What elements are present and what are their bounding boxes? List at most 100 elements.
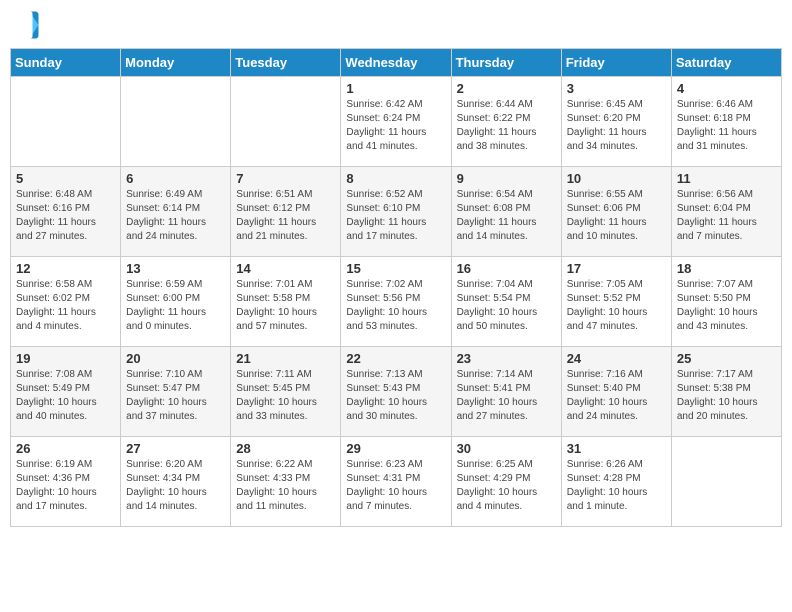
day-info: Sunrise: 7:17 AM Sunset: 5:38 PM Dayligh… [677,368,776,424]
calendar-week-0: 1 Sunrise: 6:42 AM Sunset: 6:24 PM Daylig… [11,77,782,167]
calendar-cell: 3 Sunrise: 6:45 AM Sunset: 6:20 PM Daylig… [561,77,671,167]
calendar-cell: 24 Sunrise: 7:16 AM Sunset: 5:40 PM Dayli… [561,347,671,437]
day-number: 17 [567,261,666,276]
day-number: 5 [16,171,115,186]
calendar-cell: 9 Sunrise: 6:54 AM Sunset: 6:08 PM Daylig… [451,167,561,257]
day-number: 12 [16,261,115,276]
calendar-week-1: 5 Sunrise: 6:48 AM Sunset: 6:16 PM Daylig… [11,167,782,257]
day-info: Sunrise: 6:26 AM Sunset: 4:28 PM Dayligh… [567,458,666,514]
day-number: 3 [567,81,666,96]
day-info: Sunrise: 7:08 AM Sunset: 5:49 PM Dayligh… [16,368,115,424]
day-info: Sunrise: 6:44 AM Sunset: 6:22 PM Dayligh… [457,98,556,154]
day-number: 23 [457,351,556,366]
day-info: Sunrise: 7:07 AM Sunset: 5:50 PM Dayligh… [677,278,776,334]
calendar-cell: 16 Sunrise: 7:04 AM Sunset: 5:54 PM Dayli… [451,257,561,347]
day-number: 21 [236,351,335,366]
day-info: Sunrise: 6:48 AM Sunset: 6:16 PM Dayligh… [16,188,115,244]
calendar-cell: 22Sunrise: 7:13 AM Sunset: 5:43 PM Dayli… [341,347,451,437]
day-number: 22 [346,351,445,366]
calendar-cell: 6 Sunrise: 6:49 AM Sunset: 6:14 PM Daylig… [121,167,231,257]
calendar-week-3: 19 Sunrise: 7:08 AM Sunset: 5:49 PM Dayli… [11,347,782,437]
calendar-cell: 26 Sunrise: 6:19 AM Sunset: 4:36 PM Dayli… [11,437,121,527]
calendar-cell: 29 Sunrise: 6:23 AM Sunset: 4:31 PM Dayli… [341,437,451,527]
day-info: Sunrise: 7:05 AM Sunset: 5:52 PM Dayligh… [567,278,666,334]
day-number: 11 [677,171,776,186]
day-number: 6 [126,171,225,186]
day-header-thursday: Thursday [451,49,561,77]
calendar-cell: 5 Sunrise: 6:48 AM Sunset: 6:16 PM Daylig… [11,167,121,257]
day-number: 19 [16,351,115,366]
day-info: Sunrise: 6:49 AM Sunset: 6:14 PM Dayligh… [126,188,225,244]
day-number: 18 [677,261,776,276]
day-header-wednesday: Wednesday [341,49,451,77]
day-number: 7 [236,171,335,186]
day-number: 28 [236,441,335,456]
header-row: SundayMondayTuesdayWednesdayThursdayFrid… [11,49,782,77]
day-info: Sunrise: 6:52 AM Sunset: 6:10 PM Dayligh… [346,188,445,244]
calendar-cell: 14 Sunrise: 7:01 AM Sunset: 5:58 PM Dayli… [231,257,341,347]
calendar-cell: 18 Sunrise: 7:07 AM Sunset: 5:50 PM Dayli… [671,257,781,347]
day-info: Sunrise: 6:54 AM Sunset: 6:08 PM Dayligh… [457,188,556,244]
calendar-cell: 8 Sunrise: 6:52 AM Sunset: 6:10 PM Daylig… [341,167,451,257]
day-number: 30 [457,441,556,456]
calendar-week-4: 26 Sunrise: 6:19 AM Sunset: 4:36 PM Dayli… [11,437,782,527]
day-number: 1 [346,81,445,96]
day-info: Sunrise: 7:01 AM Sunset: 5:58 PM Dayligh… [236,278,335,334]
day-info: Sunrise: 7:16 AM Sunset: 5:40 PM Dayligh… [567,368,666,424]
calendar-cell: 20Sunrise: 7:10 AM Sunset: 5:47 PM Dayli… [121,347,231,437]
day-header-saturday: Saturday [671,49,781,77]
calendar-week-2: 12 Sunrise: 6:58 AM Sunset: 6:02 PM Dayli… [11,257,782,347]
day-info: Sunrise: 6:45 AM Sunset: 6:20 PM Dayligh… [567,98,666,154]
day-info: Sunrise: 6:25 AM Sunset: 4:29 PM Dayligh… [457,458,556,514]
day-header-tuesday: Tuesday [231,49,341,77]
day-info: Sunrise: 7:10 AM Sunset: 5:47 PM Dayligh… [126,368,225,424]
day-info: Sunrise: 7:11 AM Sunset: 5:45 PM Dayligh… [236,368,335,424]
calendar-cell: 25Sunrise: 7:17 AM Sunset: 5:38 PM Dayli… [671,347,781,437]
day-number: 26 [16,441,115,456]
calendar-cell: 15 Sunrise: 7:02 AM Sunset: 5:56 PM Dayli… [341,257,451,347]
calendar-cell: 2 Sunrise: 6:44 AM Sunset: 6:22 PM Daylig… [451,77,561,167]
day-number: 24 [567,351,666,366]
calendar-cell [671,437,781,527]
calendar-cell: 28 Sunrise: 6:22 AM Sunset: 4:33 PM Dayli… [231,437,341,527]
day-number: 13 [126,261,225,276]
calendar-cell: 27Sunrise: 6:20 AM Sunset: 4:34 PM Dayli… [121,437,231,527]
day-info: Sunrise: 7:04 AM Sunset: 5:54 PM Dayligh… [457,278,556,334]
calendar-cell: 7Sunrise: 6:51 AM Sunset: 6:12 PM Daylig… [231,167,341,257]
day-header-friday: Friday [561,49,671,77]
logo [10,10,44,40]
calendar-cell [11,77,121,167]
calendar-cell [231,77,341,167]
day-info: Sunrise: 6:42 AM Sunset: 6:24 PM Dayligh… [346,98,445,154]
day-info: Sunrise: 6:56 AM Sunset: 6:04 PM Dayligh… [677,188,776,244]
day-number: 14 [236,261,335,276]
logo-icon [10,10,40,40]
calendar-cell: 13 Sunrise: 6:59 AM Sunset: 6:00 PM Dayli… [121,257,231,347]
day-info: Sunrise: 6:19 AM Sunset: 4:36 PM Dayligh… [16,458,115,514]
calendar-table: SundayMondayTuesdayWednesdayThursdayFrid… [10,48,782,527]
day-number: 27 [126,441,225,456]
day-number: 2 [457,81,556,96]
calendar-cell: 23Sunrise: 7:14 AM Sunset: 5:41 PM Dayli… [451,347,561,437]
day-number: 29 [346,441,445,456]
page-header [10,10,782,40]
day-number: 15 [346,261,445,276]
day-info: Sunrise: 6:58 AM Sunset: 6:02 PM Dayligh… [16,278,115,334]
day-number: 31 [567,441,666,456]
calendar-cell: 4Sunrise: 6:46 AM Sunset: 6:18 PM Daylig… [671,77,781,167]
calendar-cell: 12 Sunrise: 6:58 AM Sunset: 6:02 PM Dayli… [11,257,121,347]
day-number: 10 [567,171,666,186]
day-info: Sunrise: 6:55 AM Sunset: 6:06 PM Dayligh… [567,188,666,244]
calendar-cell: 17 Sunrise: 7:05 AM Sunset: 5:52 PM Dayli… [561,257,671,347]
day-header-sunday: Sunday [11,49,121,77]
day-info: Sunrise: 6:22 AM Sunset: 4:33 PM Dayligh… [236,458,335,514]
calendar-cell: 11 Sunrise: 6:56 AM Sunset: 6:04 PM Dayli… [671,167,781,257]
day-number: 9 [457,171,556,186]
day-info: Sunrise: 6:59 AM Sunset: 6:00 PM Dayligh… [126,278,225,334]
day-number: 8 [346,171,445,186]
calendar-cell: 31 Sunrise: 6:26 AM Sunset: 4:28 PM Dayli… [561,437,671,527]
day-number: 16 [457,261,556,276]
day-info: Sunrise: 7:02 AM Sunset: 5:56 PM Dayligh… [346,278,445,334]
day-info: Sunrise: 6:23 AM Sunset: 4:31 PM Dayligh… [346,458,445,514]
calendar-cell [121,77,231,167]
